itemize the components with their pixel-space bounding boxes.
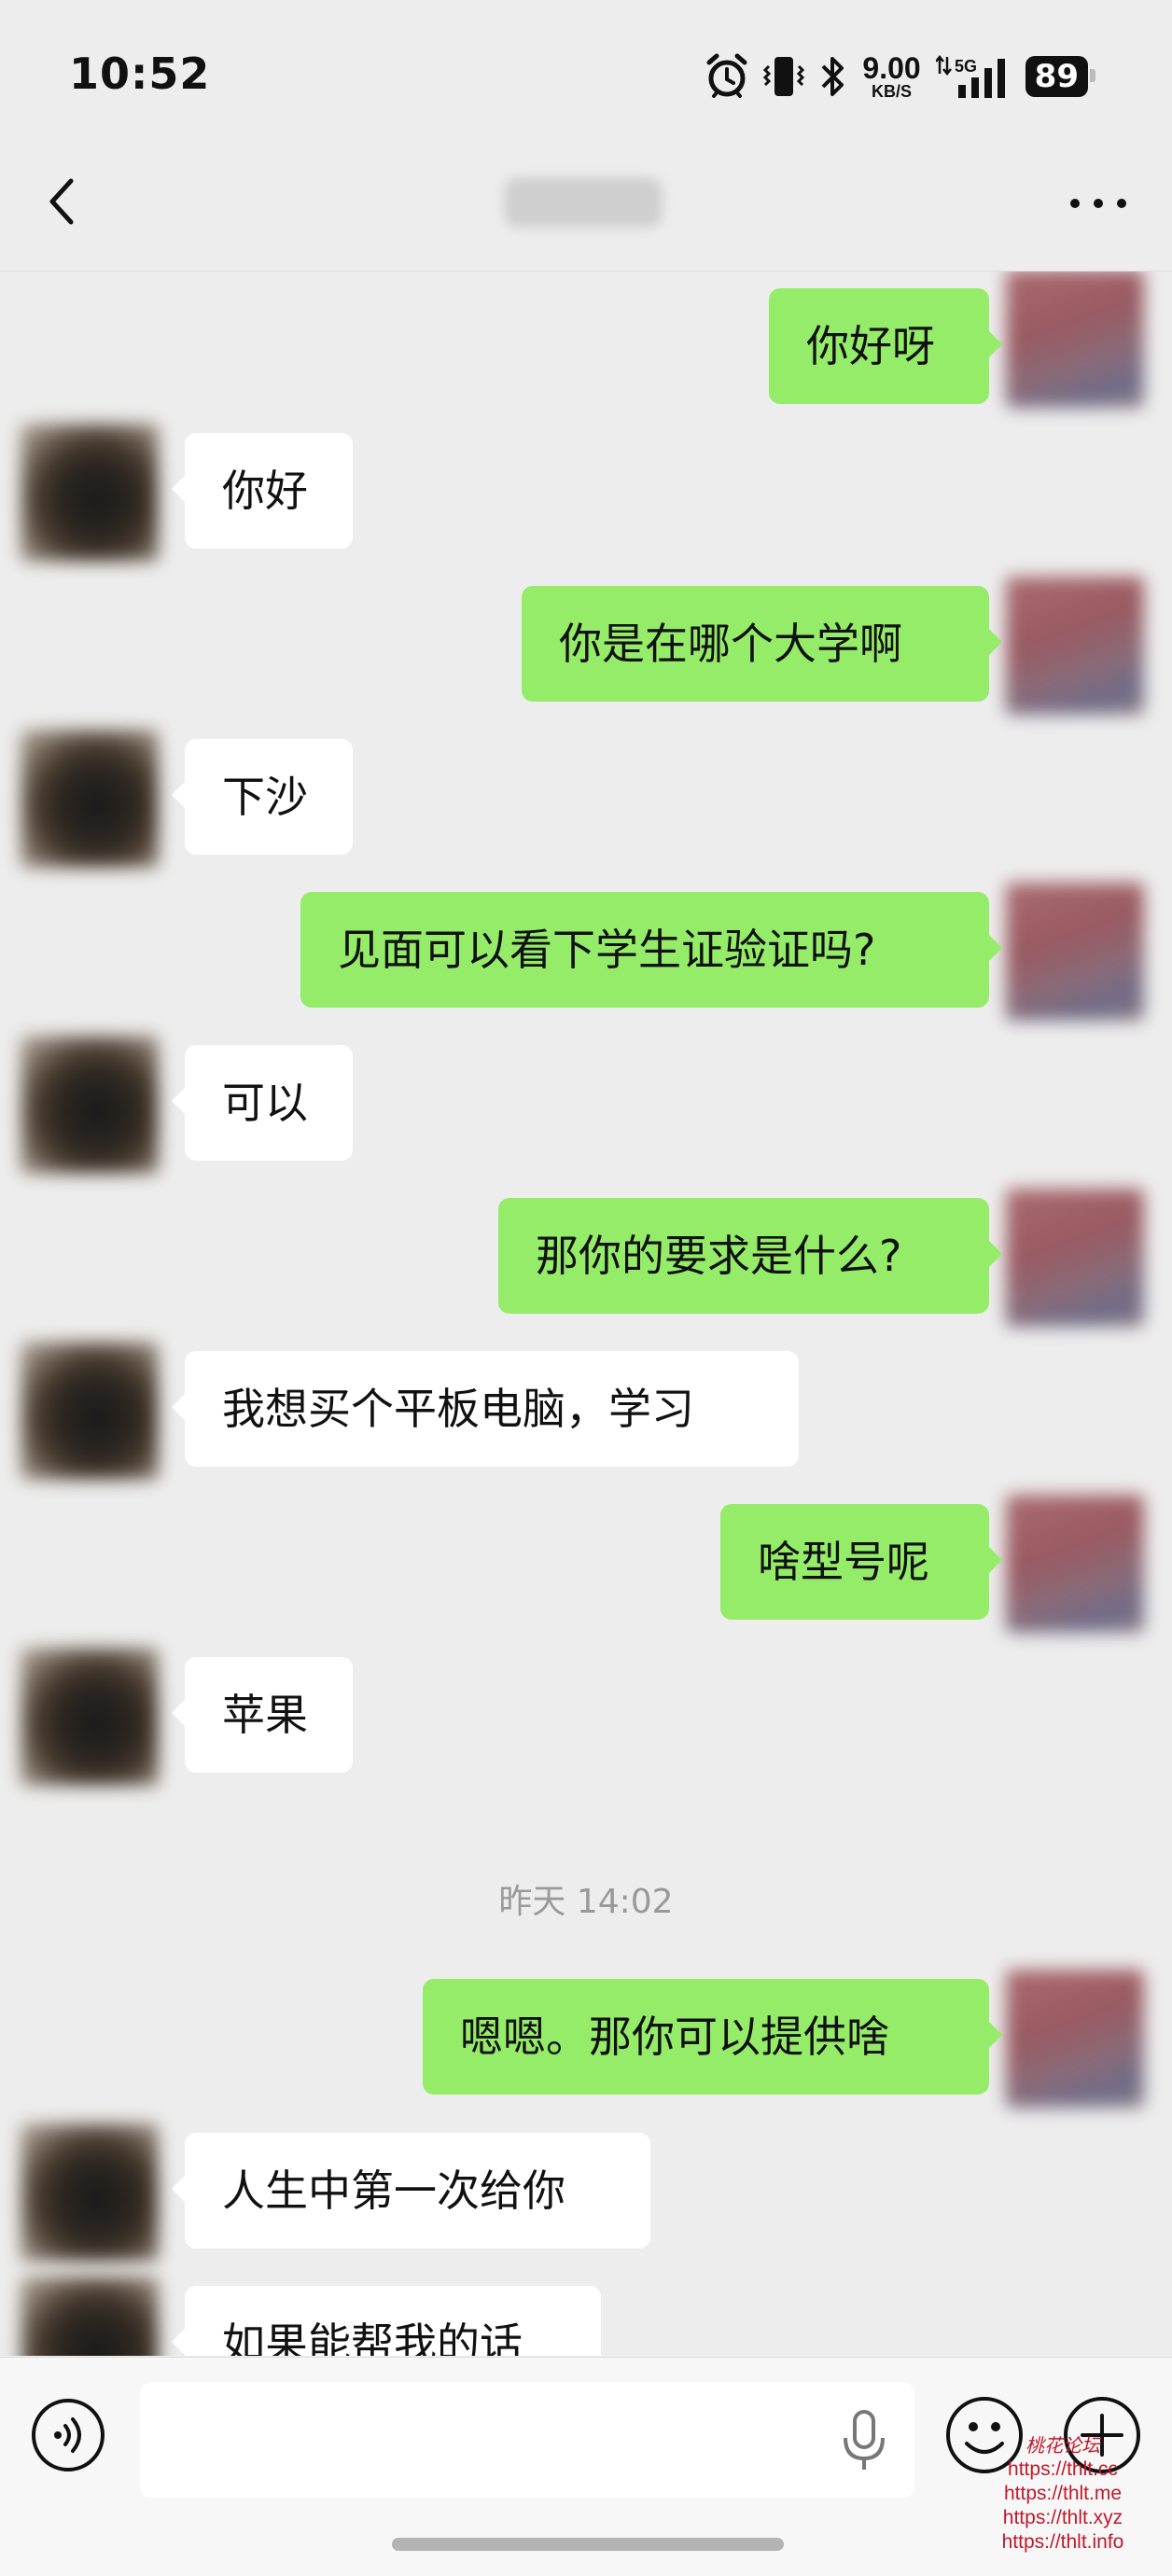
message-bubble[interactable]: 人生中第一次给你	[172, 2133, 650, 2249]
home-indicator[interactable]	[392, 2538, 784, 2551]
message-bubble[interactable]: 你是在哪个大学啊	[522, 586, 1002, 702]
watermark: 桃花论坛 https://thlt.cc https://thlt.me htt…	[965, 2433, 1161, 2555]
avatar[interactable]	[1006, 1189, 1144, 1327]
avatar[interactable]	[1006, 272, 1144, 408]
bluetooth-icon	[821, 57, 844, 96]
watermark-link: https://thlt.info	[1001, 2531, 1124, 2553]
message-bubble[interactable]: 下沙	[172, 739, 353, 855]
avatar[interactable]	[21, 730, 159, 868]
network-label: 5G	[955, 57, 977, 76]
message-bubble[interactable]: 我想买个平板电脑，学习	[172, 1351, 799, 1467]
avatar[interactable]	[1006, 883, 1144, 1021]
message-bubble[interactable]: 啥型号呢	[720, 1504, 1002, 1620]
avatar[interactable]	[21, 1036, 159, 1174]
avatar[interactable]	[21, 2277, 159, 2356]
watermark-link: https://thlt.xyz	[1002, 2507, 1123, 2528]
more-icon[interactable]	[1066, 192, 1131, 215]
avatar[interactable]	[21, 1342, 159, 1480]
message-bubble[interactable]: 见面可以看下学生证验证吗?	[300, 892, 1002, 1008]
status-icons: 9.00 KB/S 5G 89	[705, 49, 1096, 104]
message-bubble[interactable]: 嗯嗯。那你可以提供啥	[423, 1979, 1002, 2095]
signal-icon: 5G	[935, 54, 1005, 98]
chat-header	[0, 140, 1172, 272]
message-bubble[interactable]: 你好呀	[769, 288, 1002, 404]
message-bubble[interactable]: 那你的要求是什么?	[498, 1198, 1002, 1314]
vibrate-icon	[763, 57, 805, 96]
avatar[interactable]	[1006, 1495, 1144, 1633]
net-speed: 9.00 KB/S	[862, 51, 921, 101]
status-time: 10:52	[69, 49, 211, 99]
watermark-title: 桃花论坛	[1026, 2434, 1100, 2457]
message-bubble[interactable]: 苹果	[172, 1657, 353, 1773]
avatar[interactable]	[21, 1648, 159, 1786]
avatar[interactable]	[1006, 1970, 1144, 2108]
timestamp: 昨天 14:02	[498, 1883, 674, 1921]
message-bubble[interactable]: 可以	[172, 1045, 353, 1161]
watermark-link: https://thlt.me	[1003, 2483, 1123, 2504]
alarm-icon	[706, 53, 747, 98]
message-bubble[interactable]: 如果能帮我的话	[172, 2286, 601, 2356]
chat-title	[504, 177, 663, 228]
avatar[interactable]	[21, 2123, 159, 2262]
mic-icon[interactable]	[836, 2408, 892, 2473]
battery-icon: 89	[1025, 56, 1096, 97]
avatar[interactable]	[21, 424, 159, 562]
watermark-link: https://thlt.cc	[1008, 2458, 1118, 2480]
message-input[interactable]	[140, 2382, 914, 2498]
voice-icon[interactable]	[30, 2397, 106, 2473]
chat-list[interactable]: 你好呀 你好 你是在哪个大学啊 下沙 见面可以看下学生证验证吗? 可以 那你的要…	[0, 272, 1172, 2356]
status-bar: 10:52 9.00 KB/S 5G 89	[0, 0, 1172, 140]
message-bubble[interactable]: 你好	[172, 433, 353, 549]
chevron-left-icon[interactable]	[37, 174, 93, 230]
avatar[interactable]	[1006, 577, 1144, 715]
